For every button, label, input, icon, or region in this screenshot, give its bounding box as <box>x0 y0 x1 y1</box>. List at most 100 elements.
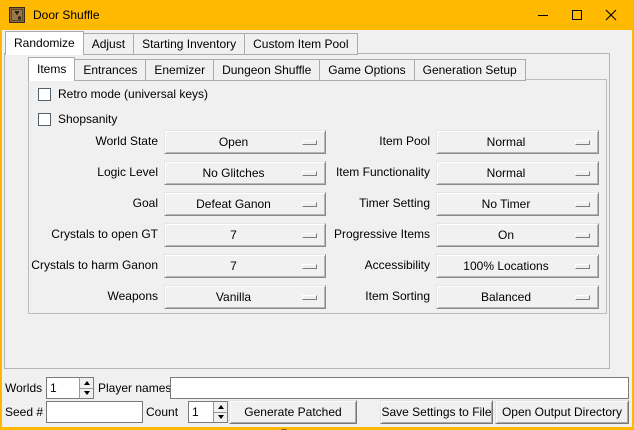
option-row: World State Open Item Pool Normal <box>28 130 607 154</box>
save-settings-button[interactable]: Save Settings to File <box>380 400 493 424</box>
spin-buttons <box>213 402 227 422</box>
worlds-spinbox <box>46 377 94 399</box>
checkbox-label: Retro mode (universal keys) <box>58 87 208 101</box>
window-content: Randomize Adjust Starting Inventory Cust… <box>2 30 632 427</box>
dropdown-value: Open <box>165 135 302 149</box>
weapons-label: Weapons <box>28 289 158 303</box>
crystals-open-gt-dropdown[interactable]: 7 <box>164 223 326 247</box>
worlds-label: Worlds <box>5 377 42 399</box>
menu-indicator-icon <box>575 140 590 145</box>
dropdown-value: 7 <box>165 259 302 273</box>
maximize-button[interactable] <box>560 0 594 30</box>
item-functionality-dropdown[interactable]: Normal <box>436 161 599 185</box>
menu-indicator-icon <box>575 171 590 176</box>
close-icon <box>605 9 617 21</box>
tab-adjust[interactable]: Adjust <box>83 33 134 55</box>
timer-setting-dropdown[interactable]: No Timer <box>436 192 599 216</box>
world-state-dropdown[interactable]: Open <box>164 130 326 154</box>
spin-down-button[interactable] <box>80 388 93 399</box>
progressive-items-dropdown[interactable]: On <box>436 223 599 247</box>
titlebar: Door Shuffle <box>0 0 634 30</box>
checkbox-icon <box>38 88 51 101</box>
dropdown-value: No Timer <box>437 197 575 211</box>
generate-patched-rom-button[interactable]: Generate Patched Rom <box>229 400 357 424</box>
count-label: Count <box>146 401 178 423</box>
tab-generation-setup[interactable]: Generation Setup <box>414 59 526 81</box>
item-pool-label: Item Pool <box>308 134 430 148</box>
app-window: Door Shuffle <box>0 0 634 430</box>
dropdown-value: No Glitches <box>165 166 302 180</box>
crystals-open-gt-label: Crystals to open GT <box>28 227 158 241</box>
count-spinbox <box>188 401 228 423</box>
item-sorting-label: Item Sorting <box>308 289 430 303</box>
maximize-icon <box>571 9 583 21</box>
seed-label: Seed # <box>5 401 43 423</box>
item-sorting-dropdown[interactable]: Balanced <box>436 285 599 309</box>
timer-setting-label: Timer Setting <box>308 196 430 210</box>
tab-randomize[interactable]: Randomize <box>5 31 84 55</box>
option-row: Crystals to harm Ganon 7 Accessibility 1… <box>28 254 607 278</box>
checkbox-label: Shopsanity <box>58 112 117 126</box>
count-input[interactable] <box>189 402 213 422</box>
accessibility-label: Accessibility <box>308 258 430 272</box>
arrow-down-icon <box>218 415 224 419</box>
arrow-down-icon <box>84 391 90 395</box>
dropdown-value: Normal <box>437 166 575 180</box>
tab-enemizer[interactable]: Enemizer <box>145 59 214 81</box>
dropdown-value: 100% Locations <box>437 259 575 273</box>
dropdown-value: Vanilla <box>165 290 302 304</box>
menu-indicator-icon <box>575 295 590 300</box>
close-button[interactable] <box>594 0 628 30</box>
worlds-input[interactable] <box>47 378 79 398</box>
option-row: Goal Defeat Ganon Timer Setting No Timer <box>28 192 607 216</box>
tab-game-options[interactable]: Game Options <box>319 59 414 81</box>
option-row: Logic Level No Glitches Item Functionali… <box>28 161 607 185</box>
window-controls <box>526 0 628 30</box>
player-names-label: Player names <box>98 377 171 399</box>
retro-mode-checkbox[interactable]: Retro mode (universal keys) <box>38 85 208 103</box>
window-title: Door Shuffle <box>33 8 100 22</box>
progressive-items-label: Progressive Items <box>308 227 430 241</box>
checkbox-icon <box>38 113 51 126</box>
spin-down-button[interactable] <box>214 412 227 423</box>
tab-dungeon-shuffle[interactable]: Dungeon Shuffle <box>213 59 320 81</box>
accessibility-dropdown[interactable]: 100% Locations <box>436 254 599 278</box>
arrow-up-icon <box>218 405 224 409</box>
goal-dropdown[interactable]: Defeat Ganon <box>164 192 326 216</box>
tab-items[interactable]: Items <box>28 57 75 81</box>
door-icon <box>9 7 25 23</box>
main-tabstrip: Randomize Adjust Starting Inventory Cust… <box>5 31 357 55</box>
item-pool-dropdown[interactable]: Normal <box>436 130 599 154</box>
logic-level-label: Logic Level <box>28 165 158 179</box>
shopsanity-checkbox[interactable]: Shopsanity <box>38 110 117 128</box>
dropdown-value: Balanced <box>437 290 575 304</box>
tab-custom-item-pool[interactable]: Custom Item Pool <box>244 33 357 55</box>
minimize-button[interactable] <box>526 0 560 30</box>
dropdown-value: Normal <box>437 135 575 149</box>
arrow-up-icon <box>84 381 90 385</box>
tab-starting-inventory[interactable]: Starting Inventory <box>133 33 245 55</box>
crystals-harm-ganon-dropdown[interactable]: 7 <box>164 254 326 278</box>
weapons-dropdown[interactable]: Vanilla <box>164 285 326 309</box>
option-row: Weapons Vanilla Item Sorting Balanced <box>28 285 607 309</box>
logic-level-dropdown[interactable]: No Glitches <box>164 161 326 185</box>
goal-label: Goal <box>28 196 158 210</box>
menu-indicator-icon <box>575 202 590 207</box>
spin-up-button[interactable] <box>80 378 93 388</box>
dropdown-value: On <box>437 228 575 242</box>
tab-entrances[interactable]: Entrances <box>74 59 146 81</box>
randomize-tabstrip: Items Entrances Enemizer Dungeon Shuffle… <box>28 57 525 81</box>
open-output-directory-button[interactable]: Open Output Directory <box>495 400 629 424</box>
minimize-icon <box>537 9 549 21</box>
items-tab-body: Retro mode (universal keys) Shopsanity W… <box>28 79 607 314</box>
player-names-input[interactable] <box>170 377 629 399</box>
spin-buttons <box>79 378 93 398</box>
crystals-harm-ganon-label: Crystals to harm Ganon <box>28 258 158 272</box>
spin-up-button[interactable] <box>214 402 227 412</box>
seed-input[interactable] <box>46 401 143 423</box>
option-row: Crystals to open GT 7 Progressive Items … <box>28 223 607 247</box>
dropdown-value: 7 <box>165 228 302 242</box>
world-state-label: World State <box>28 134 158 148</box>
menu-indicator-icon <box>575 233 590 238</box>
menu-indicator-icon <box>575 264 590 269</box>
